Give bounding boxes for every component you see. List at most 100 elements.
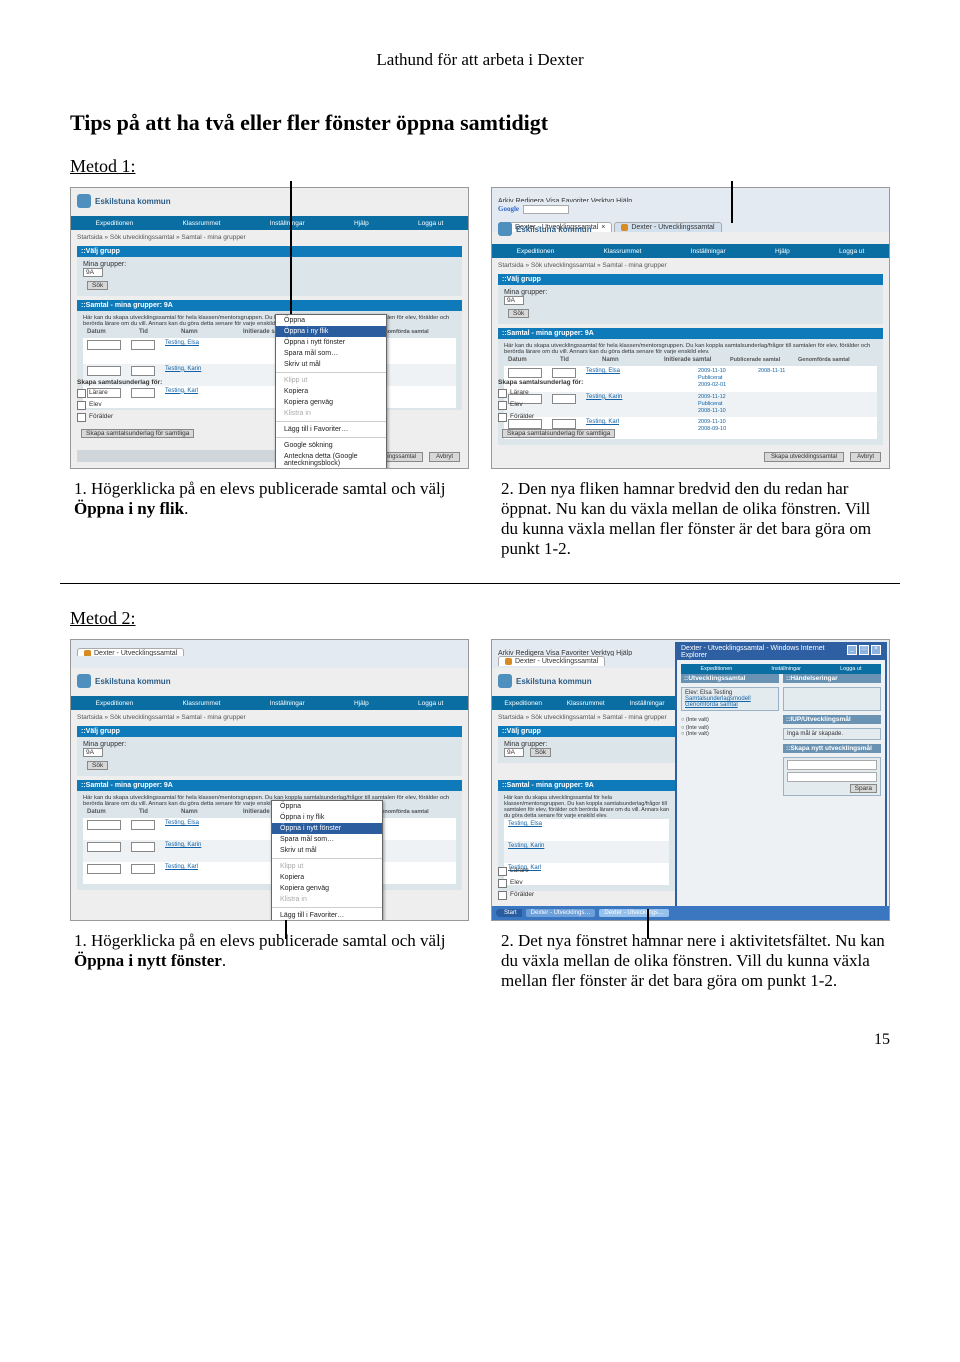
nav-item[interactable]: Inställningar <box>270 700 305 707</box>
student-link[interactable]: Testing, Karin <box>165 842 219 848</box>
nav-item[interactable]: Expeditionen <box>517 248 555 255</box>
nav-item[interactable]: Inställningar <box>771 666 801 672</box>
ctx-item[interactable]: Öppna <box>272 801 382 812</box>
ctx-item[interactable]: Skriv ut mål <box>272 845 382 856</box>
nav-item[interactable]: Inställningar <box>630 700 665 707</box>
sok-button[interactable]: Sök <box>87 281 108 290</box>
context-menu[interactable]: Öppna Öppna i ny flik Öppna i nytt fönst… <box>271 800 383 921</box>
nav-bar: Expeditionen Klassrummet Inställningar H… <box>71 696 468 710</box>
panel2-title: ::Samtal - mina grupper: 9A <box>498 328 883 339</box>
skapa-button[interactable]: Skapa utvecklingssamtal <box>764 452 844 462</box>
chk-elev[interactable]: Elev <box>498 401 615 410</box>
logo: Eskilstuna kommun <box>77 194 171 208</box>
group-select[interactable]: 9A <box>83 268 103 277</box>
chk-larare[interactable]: Lärare <box>498 389 615 398</box>
nav-item[interactable]: Hjälp <box>354 220 369 227</box>
avbryt-button[interactable]: Avbryt <box>850 452 881 462</box>
ctx-item[interactable]: Lägg till i Favoriter… <box>272 910 382 921</box>
chk-foralder[interactable]: Förälder <box>77 413 194 422</box>
taskbar-item-new[interactable]: Dexter - Utvecklings… <box>599 909 669 917</box>
group-select[interactable]: 9A <box>504 748 524 757</box>
nav-item[interactable]: Hjälp <box>775 248 790 255</box>
student-link[interactable]: Testing, Elsa <box>586 368 640 374</box>
panel2-title: ::Samtal - mina grupper: 9A <box>77 300 462 311</box>
nav-item[interactable]: Logga ut <box>839 248 864 255</box>
ctx-item[interactable]: Spara mål som… <box>276 348 386 359</box>
nav-item[interactable]: Expeditionen <box>96 220 134 227</box>
ctx-item[interactable]: Kopiera <box>276 386 386 397</box>
skapa-all-button[interactable]: Skapa samtalsunderlag för samtliga <box>502 429 615 438</box>
ctx-item[interactable]: Kopiera <box>272 872 382 883</box>
nav-item[interactable]: Expeditionen <box>504 700 542 707</box>
chk-foralder[interactable]: Förälder <box>498 891 534 900</box>
ctx-item: Klistra in <box>276 408 386 419</box>
nav-item[interactable]: Klassrummet <box>567 700 605 707</box>
ie-popup-window[interactable]: Dexter - Utvecklingssamtal - Windows Int… <box>675 642 887 912</box>
browser-tab-new[interactable]: Dexter - Utvecklingssamtal <box>614 222 721 232</box>
start-button[interactable]: Start <box>496 909 522 917</box>
google-search-input[interactable] <box>523 205 569 214</box>
ctx-item[interactable]: Spara mål som… <box>272 834 382 845</box>
student-link[interactable]: Testing, Elsa <box>165 820 219 826</box>
chk-elev[interactable]: Elev <box>498 879 534 888</box>
skapa-all-button[interactable]: Skapa samtalsunderlag för samtliga <box>81 429 194 438</box>
ctx-item[interactable]: Skriv ut mål <box>276 359 386 370</box>
nav-bar: Expeditionen Klassrummet Inställningar H… <box>71 216 468 230</box>
sok-button[interactable]: Sök <box>87 761 108 770</box>
ctx-item[interactable]: Lägg till i Favoriter… <box>276 424 386 435</box>
nav-item[interactable]: Expeditionen <box>701 666 733 672</box>
nav-item[interactable]: Inställningar <box>270 220 305 227</box>
label: Skapa samtalsunderlag för: <box>498 379 615 386</box>
ie-titlebar[interactable]: Dexter - Utvecklingssamtal - Windows Int… <box>677 644 885 660</box>
taskbar[interactable]: Start Dexter - Utvecklings… Dexter - Utv… <box>492 906 889 920</box>
nav-item[interactable]: Logga ut <box>840 666 861 672</box>
student-link[interactable]: Testing, Karl <box>165 864 219 870</box>
chk-larare[interactable]: Lärare <box>498 867 534 876</box>
ctx-item-open-new-tab[interactable]: Öppna i ny flik <box>276 326 386 337</box>
taskbar-item[interactable]: Dexter - Utvecklings… <box>526 909 596 917</box>
caption-m1-left: 1. Högerklicka på en elevs publicerade s… <box>70 479 463 559</box>
nav-item[interactable]: Hjälp <box>354 700 369 707</box>
ctx-item[interactable]: Kopiera genväg <box>272 883 382 894</box>
chk-larare[interactable]: Lärare <box>77 389 194 398</box>
ctx-item[interactable]: Öppna <box>276 315 386 326</box>
ctx-item[interactable]: Google sökning <box>276 440 386 451</box>
maximize-icon[interactable]: □ <box>859 645 869 655</box>
ctx-item-open-new-window[interactable]: Öppna i nytt fönster <box>272 823 382 834</box>
nav-item[interactable]: Inställningar <box>691 248 726 255</box>
ctx-item[interactable]: Kopiera genväg <box>276 397 386 408</box>
text-input[interactable] <box>787 760 877 770</box>
sok-button[interactable]: Sök <box>508 309 529 318</box>
student-link[interactable]: Testing, Elsa <box>508 821 562 827</box>
ctx-item[interactable]: Öppna i nytt fönster <box>276 337 386 348</box>
spara-button[interactable]: Spara <box>850 784 877 793</box>
student-link[interactable]: Testing, Karin <box>165 366 219 372</box>
browser-tab[interactable]: Dexter - Utvecklingssamtal <box>498 656 605 666</box>
nav-item[interactable]: Logga ut <box>418 220 443 227</box>
nav-item[interactable]: Logga ut <box>418 700 443 707</box>
student-link[interactable]: Testing, Karin <box>508 843 562 849</box>
ctx-item[interactable]: Anteckna detta (Google anteckningsblock) <box>276 451 386 469</box>
radio-option[interactable]: (Inte valt) <box>686 731 709 737</box>
ctx-item[interactable]: Öppna i ny flik <box>272 812 382 823</box>
context-menu[interactable]: Öppna Öppna i ny flik Öppna i nytt fönst… <box>275 314 387 469</box>
text-input[interactable] <box>787 772 877 782</box>
avbryt-button[interactable]: Avbryt <box>429 452 460 462</box>
sok-button[interactable]: Sök <box>530 748 551 757</box>
close-icon[interactable]: × <box>601 224 605 231</box>
radio-option[interactable]: (Inte valt) <box>686 717 709 723</box>
close-icon[interactable]: × <box>871 645 881 655</box>
chk-elev[interactable]: Elev <box>77 401 194 410</box>
create-checkbox-group: Skapa samtalsunderlag för: Lärare Elev F… <box>498 379 615 438</box>
minimize-icon[interactable]: _ <box>847 645 857 655</box>
nav-item[interactable]: Klassrummet <box>603 248 641 255</box>
chk-foralder[interactable]: Förälder <box>498 413 615 422</box>
nav-item[interactable]: Klassrummet <box>182 700 220 707</box>
nav-item[interactable]: Expeditionen <box>96 700 134 707</box>
link[interactable]: Genomförda samtal <box>685 702 775 708</box>
nav-item[interactable]: Klassrummet <box>182 220 220 227</box>
group-select[interactable]: 9A <box>83 748 103 757</box>
col: Datum <box>87 329 131 336</box>
student-link[interactable]: Testing, Elsa <box>165 340 219 346</box>
group-select[interactable]: 9A <box>504 296 524 305</box>
